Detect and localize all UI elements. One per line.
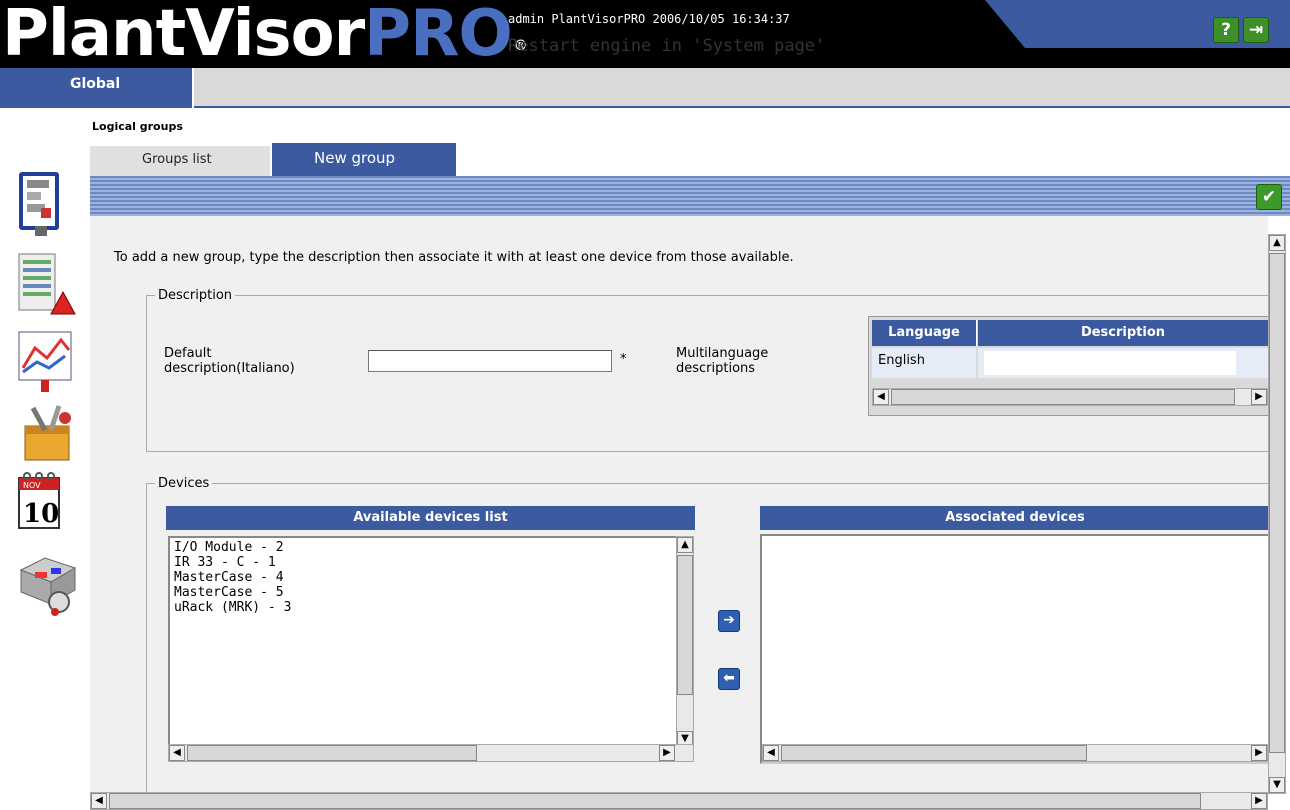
- default-description-input[interactable]: [368, 350, 612, 372]
- list-item[interactable]: MasterCase - 5: [174, 585, 692, 600]
- tab-new-group[interactable]: New group: [272, 143, 456, 176]
- language-table-hscrollbar[interactable]: ◀ ▶: [872, 388, 1268, 406]
- list-item[interactable]: MasterCase - 4: [174, 570, 692, 585]
- scroll-thumb[interactable]: [109, 793, 1201, 809]
- tab-groups-list[interactable]: Groups list: [90, 146, 270, 176]
- language-column-header: Language: [872, 320, 977, 346]
- scroll-down-icon[interactable]: ▼: [1269, 777, 1285, 793]
- arrow-left-icon: ⬅: [723, 670, 735, 686]
- sidebar-item-tools[interactable]: [15, 400, 77, 462]
- associated-devices-header: Associated devices: [760, 506, 1270, 530]
- scroll-right-icon[interactable]: ▶: [659, 745, 675, 761]
- sidebar-item-site-map[interactable]: [15, 550, 77, 616]
- status-message: Restart engine in 'System page': [508, 36, 826, 56]
- graph-icon: [18, 331, 72, 392]
- checkmark-icon: ✔: [1261, 187, 1277, 207]
- logout-button[interactable]: ⇥: [1243, 17, 1269, 43]
- scroll-thumb[interactable]: [187, 745, 477, 761]
- alarms-report-icon: [18, 253, 76, 315]
- tools-icon: [24, 405, 71, 461]
- page-title: Logical groups: [92, 120, 183, 133]
- english-description-input[interactable]: [984, 351, 1236, 375]
- remove-device-button[interactable]: ⬅: [718, 668, 740, 690]
- page-hscrollbar[interactable]: ◀ ▶: [90, 792, 1268, 810]
- app-logo: PlantVisorPRO ®: [2, 0, 528, 71]
- sidebar-item-graphs[interactable]: [15, 328, 77, 392]
- scroll-right-icon[interactable]: ▶: [1251, 745, 1267, 761]
- arrow-right-icon: ➔: [723, 612, 735, 628]
- tab-global-label: Global: [70, 76, 121, 92]
- available-list-vscrollbar[interactable]: ▲ ▼: [676, 536, 694, 748]
- description-column-header: Description: [978, 320, 1268, 346]
- scroll-thumb[interactable]: [677, 555, 693, 695]
- calendar-icon: NOV 10: [18, 472, 60, 529]
- add-device-button[interactable]: ➔: [718, 610, 740, 632]
- site-map-icon: [19, 557, 77, 616]
- default-description-label: Default description(Italiano): [164, 346, 295, 376]
- scroll-thumb[interactable]: [1269, 253, 1285, 753]
- tab-toolbar: [90, 176, 1290, 216]
- multilanguage-label: Multilanguage descriptions: [676, 346, 769, 376]
- calendar-day: 10: [23, 499, 59, 529]
- available-devices-list[interactable]: I/O Module - 2 IR 33 - C - 1 MasterCase …: [168, 536, 694, 762]
- list-item[interactable]: I/O Module - 2: [174, 540, 692, 555]
- associated-devices-list[interactable]: [760, 534, 1270, 764]
- tab-new-group-label: New group: [314, 149, 396, 167]
- required-mark: *: [620, 352, 627, 367]
- scroll-right-icon[interactable]: ▶: [1251, 793, 1267, 809]
- sidebar-item-groups[interactable]: [15, 170, 77, 236]
- associated-list-hscrollbar[interactable]: ◀ ▶: [762, 744, 1268, 762]
- scroll-thumb[interactable]: [891, 389, 1235, 405]
- list-item[interactable]: IR 33 - C - 1: [174, 555, 692, 570]
- scroll-left-icon[interactable]: ◀: [873, 389, 889, 405]
- description-legend: Description: [158, 288, 233, 303]
- scroll-thumb[interactable]: [781, 745, 1087, 761]
- available-list-hscrollbar[interactable]: ◀ ▶: [168, 744, 694, 762]
- help-button[interactable]: ?: [1213, 17, 1239, 43]
- scroll-right-icon[interactable]: ▶: [1251, 389, 1267, 405]
- nav-divider: [192, 68, 194, 108]
- sidebar-item-calendar[interactable]: NOV 10: [15, 470, 77, 532]
- help-icon: ?: [1221, 20, 1231, 40]
- language-cell: English: [872, 348, 976, 378]
- tab-global[interactable]: Global: [0, 68, 192, 106]
- confirm-button[interactable]: ✔: [1256, 184, 1282, 210]
- scroll-up-icon[interactable]: ▲: [677, 537, 693, 553]
- page-vscrollbar[interactable]: ▲ ▼: [1268, 234, 1286, 794]
- scroll-left-icon[interactable]: ◀: [169, 745, 185, 761]
- list-item[interactable]: uRack (MRK) - 3: [174, 600, 692, 615]
- groups-icon: [19, 172, 59, 236]
- user-session-info: admin PlantVisorPRO 2006/10/05 16:34:37: [508, 12, 790, 26]
- logout-icon: ⇥: [1248, 20, 1264, 40]
- scroll-left-icon[interactable]: ◀: [763, 745, 779, 761]
- scroll-up-icon[interactable]: ▲: [1269, 235, 1285, 251]
- calendar-month: NOV: [23, 481, 41, 490]
- devices-legend: Devices: [158, 476, 210, 491]
- sidebar-item-alarms-report[interactable]: [15, 252, 77, 315]
- available-devices-header: Available devices list: [166, 506, 695, 530]
- tab-groups-list-label: Groups list: [142, 152, 212, 167]
- intro-text: To add a new group, type the description…: [114, 250, 794, 265]
- scroll-left-icon[interactable]: ◀: [91, 793, 107, 809]
